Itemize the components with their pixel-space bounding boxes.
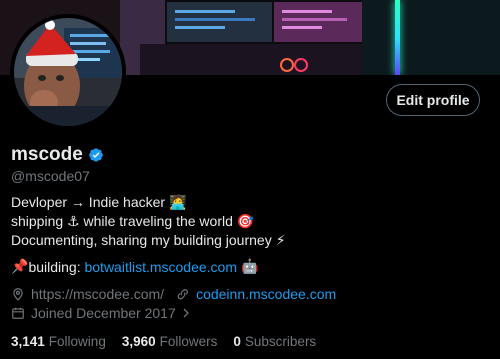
building-line: 📌 building: botwaitlist.mscodee.com 🤖 bbox=[11, 258, 258, 275]
link-icon bbox=[177, 289, 188, 300]
joined-date: Joined December 2017 bbox=[31, 305, 176, 321]
profile-links: https://mscodee.com/ codeinn.mscodee.com bbox=[11, 286, 336, 302]
robot-emoji: 🤖 bbox=[241, 258, 259, 274]
followers-stat[interactable]: 3,960 Followers bbox=[122, 334, 218, 349]
target-emoji: 🎯 bbox=[236, 213, 255, 229]
bio-line: shipping ⚓ while traveling the world 🎯 bbox=[11, 212, 286, 231]
building-label: building: bbox=[28, 258, 81, 275]
verified-badge-icon[interactable] bbox=[88, 147, 104, 163]
avatar-image bbox=[14, 18, 122, 126]
subscribers-label: Subscribers bbox=[244, 334, 317, 349]
joined-row: Joined December 2017 bbox=[11, 305, 198, 321]
chevron-right-icon[interactable] bbox=[180, 307, 192, 319]
building-link[interactable]: botwaitlist.mscodee.com bbox=[84, 259, 237, 275]
bio-line: Documenting, sharing my building journey… bbox=[11, 231, 286, 250]
followers-count: 3,960 bbox=[121, 334, 156, 349]
subscribers-count: 0 bbox=[233, 334, 241, 349]
profile-stats: 3,141 Following 3,960 Followers 0 Subscr… bbox=[11, 334, 332, 349]
followers-label: Followers bbox=[159, 334, 218, 349]
profile-handle: @mscode07 bbox=[11, 168, 90, 184]
profile-name: mscode bbox=[11, 144, 83, 165]
bio-line: Devloper → Indie hacker 🧑‍💻 bbox=[11, 193, 286, 212]
bio-text: shipping ⚓ while traveling the world bbox=[11, 213, 233, 229]
technologist-emoji: 🧑‍💻 bbox=[169, 194, 187, 210]
website-text: https://mscodee.com/ bbox=[31, 286, 165, 302]
location-icon bbox=[13, 288, 23, 301]
pin-emoji: 📌 bbox=[11, 258, 29, 274]
calendar-icon bbox=[12, 307, 24, 319]
avatar[interactable] bbox=[10, 14, 126, 130]
following-count: 3,141 bbox=[11, 334, 45, 349]
secondary-link[interactable]: codeinn.mscodee.com bbox=[196, 286, 336, 302]
profile-name-row: mscode bbox=[11, 144, 104, 166]
subscribers-stat[interactable]: 0 Subscribers bbox=[233, 334, 316, 349]
bio-text: Documenting, sharing my building journey bbox=[11, 232, 272, 248]
edit-profile-button[interactable]: Edit profile bbox=[386, 84, 480, 116]
lightning-emoji: ⚡ bbox=[275, 232, 286, 248]
profile-bio: Devloper → Indie hacker 🧑‍💻 shipping ⚓ w… bbox=[11, 193, 286, 250]
following-label: Following bbox=[48, 334, 106, 349]
following-stat[interactable]: 3,141 Following bbox=[11, 334, 106, 349]
bio-text: Devloper → Indie hacker bbox=[11, 194, 166, 210]
